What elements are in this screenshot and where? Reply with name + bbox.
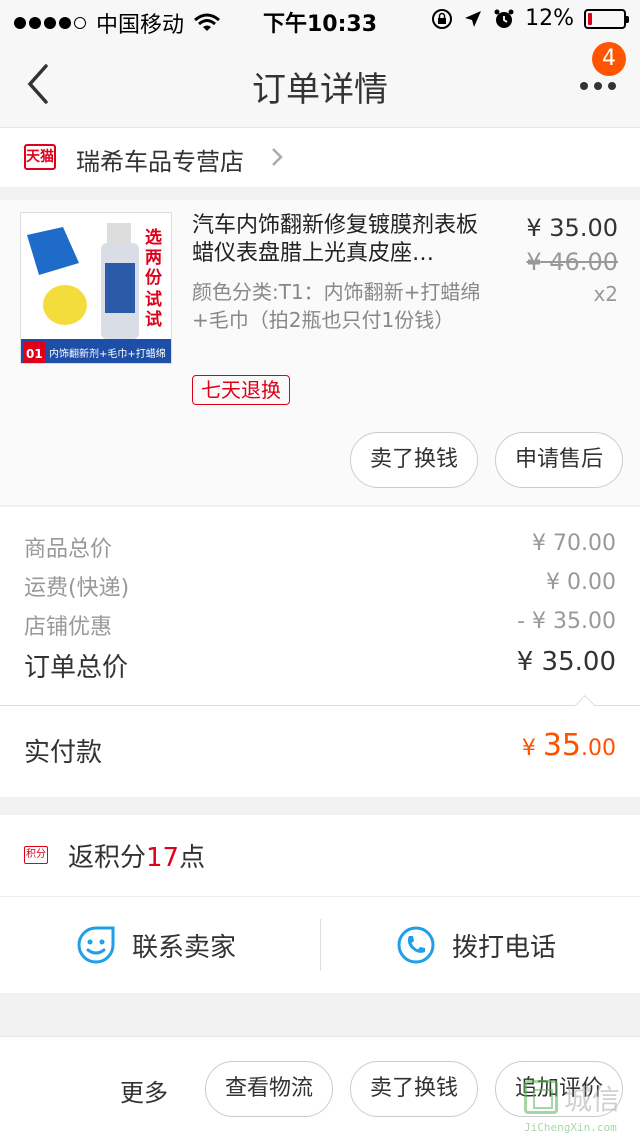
product-image: 选 两 份 试 试 01 内饰翻新剂+毛巾+打蜡绵 [21,213,171,363]
product-price: ¥ 35.00 [526,214,618,242]
actual-payment-label: 实付款 [24,738,103,768]
product-card[interactable]: 选 两 份 试 试 01 内饰翻新剂+毛巾+打蜡绵 汽车内饰翻新修复镀膜剂表板蜡… [0,200,640,505]
promo-text: 选 两 份 试 试 [145,228,163,330]
svg-text:份: 份 [145,267,163,288]
points-icon: 积分 [24,846,48,864]
product-spec: 颜色分类:T1：内饰翻新+打蜡绵+毛巾（拍2瓶也只付1份钱） [192,280,481,332]
watermark-logo [524,1080,558,1114]
sell-for-cash-button[interactable]: 卖了换钱 [350,432,478,488]
order-total-row: 订单总价 ¥ 35.00 [24,647,616,683]
return-policy-tag: 七天退换 [192,375,290,405]
summary-row: 商品总价 ¥ 70.00 [24,531,616,565]
price-summary: 商品总价 ¥ 70.00 运费(快递) ¥ 0.00 店铺优惠 - ¥ 35.0… [0,507,640,705]
svg-text:试: 试 [145,310,162,330]
svg-text:内饰翻新剂+毛巾+打蜡绵: 内饰翻新剂+毛巾+打蜡绵 [49,347,166,360]
back-button[interactable] [22,62,62,106]
page-title: 订单详情 [252,70,388,110]
product-thumbnail[interactable]: 选 两 份 试 试 01 内饰翻新剂+毛巾+打蜡绵 [20,212,172,364]
product-quantity: x2 [593,282,618,306]
summary-value: ¥ 70.00 [532,531,616,556]
contact-seller-button[interactable]: 联系卖家 [0,897,320,993]
summary-label: 店铺优惠 [24,615,113,640]
more-actions-label[interactable]: 更多 [120,1073,168,1108]
nav-bar: 订单详情 4 [0,40,640,128]
order-total-label: 订单总价 [24,653,129,683]
actual-payment-row: 实付款 ¥ 35.00 [0,695,640,797]
actual-payment-value: ¥ 35.00 [521,728,616,763]
more-dots-icon [580,82,616,90]
summary-value: ¥ 0.00 [546,570,616,595]
watermark-text: 城信 [564,1083,621,1116]
order-total-value: ¥ 35.00 [516,647,616,677]
summary-label: 商品总价 [24,537,113,562]
chat-face-icon [77,926,115,964]
summary-label: 运费(快递) [24,576,130,601]
view-logistics-button[interactable]: 查看物流 [205,1061,333,1117]
shop-name: 瑞希车品专营店 [76,148,244,176]
tmall-logo: 天猫 [24,144,56,170]
summary-value: - ¥ 35.00 [517,609,616,634]
battery-icon [584,8,629,29]
svg-text:两: 两 [145,248,162,268]
alarm-icon [494,9,514,28]
battery-level [588,12,592,25]
chevron-right-icon [272,148,283,166]
shop-row[interactable]: 天猫 瑞希车品专营店 [0,128,640,188]
site-watermark: 城信 JiChengXin.com [524,1078,634,1134]
rotation-lock-icon [432,8,453,29]
svg-text:试: 试 [145,290,162,310]
product-original-price: ¥ 46.00 [526,248,618,276]
battery-percent: 12% [525,6,574,31]
watermark-url: JiChengXin.com [524,1121,617,1134]
product-title[interactable]: 汽车内饰翻新修复镀膜剂表板蜡仪表盘腊上光真皮座… [192,212,492,268]
phone-icon [397,926,435,964]
status-bar: 中国移动 下午10:33 12% [0,0,640,40]
contact-seller-label: 联系卖家 [132,933,237,963]
location-icon [465,10,482,27]
contact-bar: 联系卖家 拨打电话 [0,897,640,993]
summary-row: 运费(快递) ¥ 0.00 [24,570,616,604]
call-phone-button[interactable]: 拨打电话 [320,897,640,993]
svg-text:01: 01 [26,347,43,361]
chevron-left-icon [27,64,48,104]
reward-points-row: 积分 返积分17点 [0,815,640,897]
summary-row: 店铺优惠 - ¥ 35.00 [24,609,616,643]
apply-after-sale-button[interactable]: 申请售后 [495,432,623,488]
message-count-badge: 4 [592,42,626,76]
sell-for-cash-button-bottom[interactable]: 卖了换钱 [350,1061,478,1117]
reward-points-text: 返积分17点 [68,843,206,873]
call-phone-label: 拨打电话 [452,933,557,963]
status-right: 12% [431,6,629,31]
svg-text:选: 选 [145,228,162,248]
